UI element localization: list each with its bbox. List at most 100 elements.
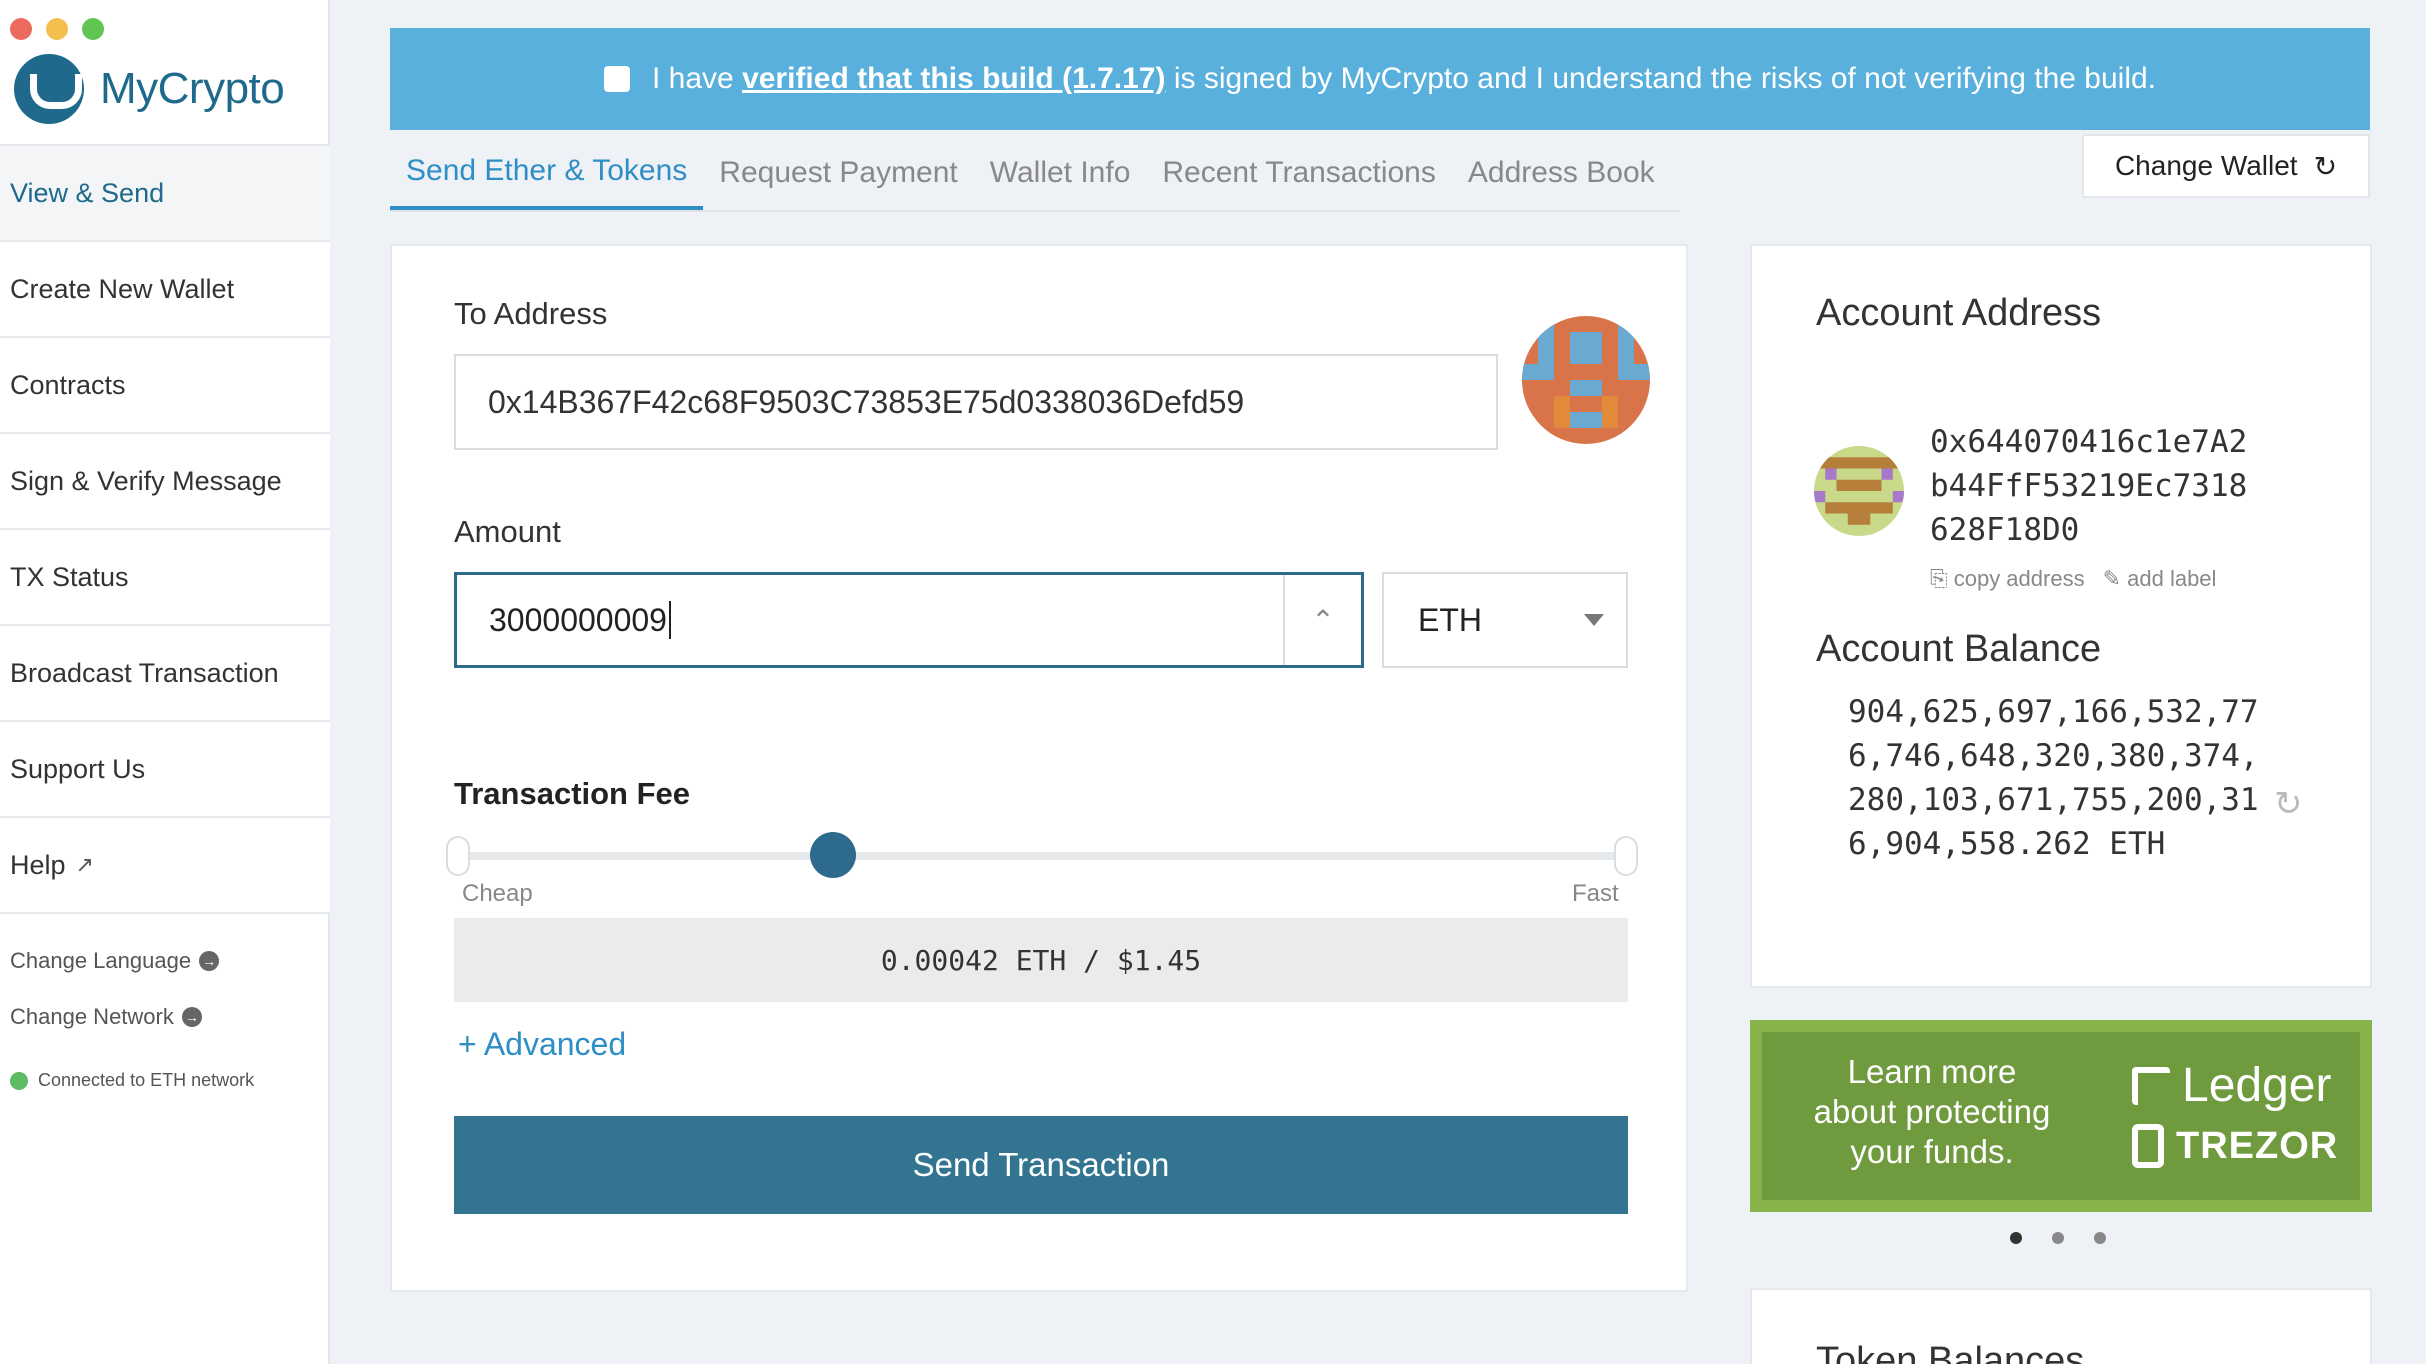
amount-input[interactable]: 3000000009 ⌃ (454, 572, 1364, 668)
verify-build-link[interactable]: verified that this build (1.7.17) (742, 62, 1165, 95)
amount-value: 3000000009 (489, 601, 667, 638)
transaction-fee-label: Transaction Fee (454, 776, 691, 811)
amount-stepper-button[interactable]: ⌃ (1283, 575, 1361, 665)
status-dot-icon (10, 1071, 28, 1090)
account-card: Account Address 0x644070416c1e7A2 b44FfF… (1750, 244, 2372, 988)
tab-wallet-info[interactable]: Wallet Info (974, 136, 1147, 210)
sidebar-item-contracts[interactable]: Contracts (0, 338, 330, 434)
sidebar-item-label: Create New Wallet (10, 273, 235, 304)
unit-select[interactable]: ETH (1382, 572, 1628, 668)
to-address-value: 0x14B367F42c68F9503C73853E75d0338036Defd… (488, 383, 1245, 420)
connection-status: Connected to ETH network (10, 1070, 254, 1091)
sidebar-item-tx-status[interactable]: TX Status (0, 530, 330, 626)
tab-send-ether-tokens[interactable]: Send Ether & Tokens (390, 136, 704, 210)
tab-bar: Send Ether & Tokens Request Payment Wall… (390, 136, 1680, 212)
chevron-down-icon (1584, 614, 1604, 626)
unit-value: ETH (1418, 601, 1482, 638)
add-label-text: add label (2127, 566, 2217, 591)
refresh-icon: ↻ (2313, 150, 2338, 182)
change-language-link[interactable]: Change Language → (10, 948, 220, 974)
sidebar-item-label: Contracts (10, 369, 126, 400)
change-wallet-label: Change Wallet (2114, 150, 2298, 181)
account-address: 0x644070416c1e7A2 b44FfF53219Ec7318 628F… (1930, 420, 2330, 552)
tab-request-payment[interactable]: Request Payment (703, 136, 973, 210)
trezor-text: TREZOR (2176, 1124, 2339, 1167)
minimize-window-button[interactable] (46, 18, 68, 40)
sidebar-item-help[interactable]: Help ↗ (0, 818, 330, 914)
sidebar-item-view-send[interactable]: View & Send (0, 146, 330, 242)
sidebar-item-label: Broadcast Transaction (10, 657, 279, 688)
mycrypto-logo-icon (14, 54, 84, 124)
account-balance-title: Account Balance (1816, 628, 2102, 670)
copy-icon: ⎘ (1930, 566, 1954, 591)
chevron-up-icon: ⌃ (1311, 604, 1335, 636)
sidebar-item-label: Help (10, 849, 66, 880)
change-network-link[interactable]: Change Network → (10, 1004, 202, 1030)
change-network-label: Change Network (10, 1004, 174, 1029)
token-balances-title: Token Balances (1816, 1340, 2085, 1364)
pencil-icon: ✎ (2102, 566, 2128, 591)
account-balance-value: 904,625,697,166,532,776,746,648,320,380,… (1848, 694, 2259, 862)
window-controls (10, 18, 104, 40)
send-form-card: To Address 0x14B367F42c68F9503C73853E75d… (390, 244, 1688, 1292)
fee-slider-handle[interactable] (810, 832, 856, 878)
banner-suffix: is signed by MyCrypto and I understand t… (1173, 62, 2157, 95)
sidebar-item-label: TX Status (10, 561, 129, 592)
sidebar-item-support[interactable]: Support Us (0, 722, 330, 818)
fee-slider-max (1614, 836, 1638, 876)
tab-recent-transactions[interactable]: Recent Transactions (1146, 136, 1451, 210)
copy-address-label: copy address (1953, 566, 2085, 591)
ledger-text: Ledger (2182, 1059, 2332, 1112)
sidebar-item-sign-verify[interactable]: Sign & Verify Message (0, 434, 330, 530)
trezor-logo: TREZOR (2132, 1124, 2338, 1168)
banner-prefix: I have (651, 62, 734, 95)
account-address-title: Account Address (1816, 292, 2102, 334)
sidebar: MyCrypto View & Send Create New Wallet C… (0, 0, 330, 1364)
advanced-toggle[interactable]: + Advanced (458, 1026, 626, 1063)
sidebar-item-create-wallet[interactable]: Create New Wallet (0, 242, 330, 338)
add-label-link[interactable]: ✎ add label (2103, 566, 2217, 592)
carousel-dot[interactable] (2094, 1232, 2106, 1244)
refresh-balance-icon[interactable]: ↻ (2274, 784, 2303, 824)
to-address-label: To Address (454, 296, 608, 331)
carousel-dot[interactable] (2052, 1232, 2064, 1244)
fee-slider-track[interactable] (456, 852, 1626, 860)
change-language-label: Change Language (10, 948, 192, 973)
fee-slider-min (446, 836, 470, 876)
fee-value: 0.00042 ETH / $1.45 (454, 918, 1628, 1002)
promo-text: Learn more about protecting your funds. (1813, 1053, 2051, 1170)
close-window-button[interactable] (10, 18, 32, 40)
maximize-window-button[interactable] (82, 18, 104, 40)
verify-build-banner: I have verified that this build (1.7.17)… (390, 28, 2370, 130)
fee-cheap-label: Cheap (462, 880, 533, 907)
token-balances-card: Token Balances (1750, 1288, 2372, 1364)
trezor-lock-icon (2132, 1124, 2164, 1168)
fee-fast-label: Fast (1572, 880, 1619, 907)
sidebar-item-label: Sign & Verify Message (10, 465, 282, 496)
recipient-identicon (1522, 316, 1650, 444)
text-caret (668, 601, 671, 639)
change-wallet-button[interactable]: Change Wallet ↻ (2082, 134, 2370, 198)
connection-status-text: Connected to ETH network (38, 1070, 255, 1090)
ledger-icon (2132, 1066, 2170, 1105)
to-address-input[interactable]: 0x14B367F42c68F9503C73853E75d0338036Defd… (454, 354, 1498, 450)
amount-label: Amount (454, 514, 561, 549)
hardware-wallet-promo[interactable]: Learn more about protecting your funds. … (1750, 1020, 2372, 1212)
arrow-right-icon: → (181, 1007, 202, 1027)
sidebar-item-label: View & Send (10, 177, 165, 208)
sidebar-item-broadcast[interactable]: Broadcast Transaction (0, 626, 330, 722)
logo[interactable]: MyCrypto (14, 54, 285, 124)
account-address-line: b44FfF53219Ec7318 (1930, 468, 2248, 504)
verify-checkbox[interactable] (603, 66, 630, 92)
copy-address-link[interactable]: ⎘ copy address (1930, 566, 2085, 592)
external-link-icon: ↗ (75, 852, 94, 877)
sidebar-item-label: Support Us (10, 753, 146, 784)
account-address-line: 0x644070416c1e7A2 (1930, 424, 2248, 460)
send-transaction-button[interactable]: Send Transaction (454, 1116, 1628, 1214)
tab-address-book[interactable]: Address Book (1452, 136, 1671, 210)
sidebar-nav: View & Send Create New Wallet Contracts … (0, 144, 330, 914)
carousel-dots (2010, 1232, 2106, 1244)
account-actions: ⎘ copy address ✎ add label (1930, 566, 2216, 592)
banner-text: I have verified that this build (1.7.17)… (652, 62, 2156, 96)
carousel-dot[interactable] (2010, 1232, 2022, 1244)
